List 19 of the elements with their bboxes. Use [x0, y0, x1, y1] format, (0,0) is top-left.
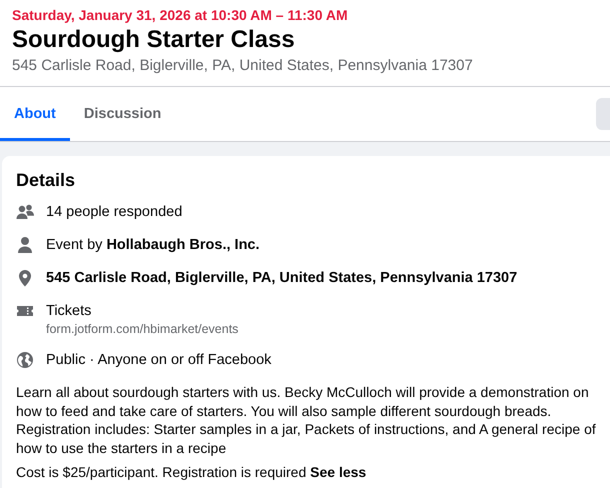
more-button[interactable] — [596, 98, 610, 130]
ticket-link[interactable]: form.jotform.com/hbimarket/events — [46, 321, 238, 337]
cost-note: Cost is $25/participant. Registration is required See less — [16, 463, 368, 482]
event-address: 545 Carlisle Road, Biglerville, PA, United States, Pennsylvania 17307 — [12, 56, 474, 76]
detail-text: Event by Hollabaugh Bros., Inc. — [46, 236, 260, 255]
globe-icon — [16, 351, 34, 369]
detail-text: 14 people responded — [46, 203, 182, 222]
see-less-link[interactable]: See less — [310, 464, 366, 480]
map-pin-icon — [16, 269, 34, 287]
description-paragraph: Learn all about sourdough starters with us. Becky McCulloch will provide a demonstration on how to feed and take care of starters. You will also sample different sourdough breads. Registration includes: Starter samples in a jar, Packets of instructions, and A general recipe of how to use the starters in a recipe — [16, 383, 596, 457]
people-icon — [16, 203, 34, 221]
detail-text: 545 Carlisle Road, Biglerville, PA, United States, Pennsylvania 17307 — [46, 269, 518, 288]
event-date-time: Saturday, January 31, 2026 at 10:30 AM – 11:30 AM — [12, 6, 349, 24]
event-title: Sourdough Starter Class — [12, 25, 296, 55]
detail-text: Public · Anyone on or off Facebook — [46, 351, 272, 370]
person-icon — [16, 236, 34, 254]
tab[interactable]: Discussion — [70, 87, 176, 141]
detail-text: Tickets — [46, 302, 92, 321]
details-heading: Details — [16, 169, 76, 192]
